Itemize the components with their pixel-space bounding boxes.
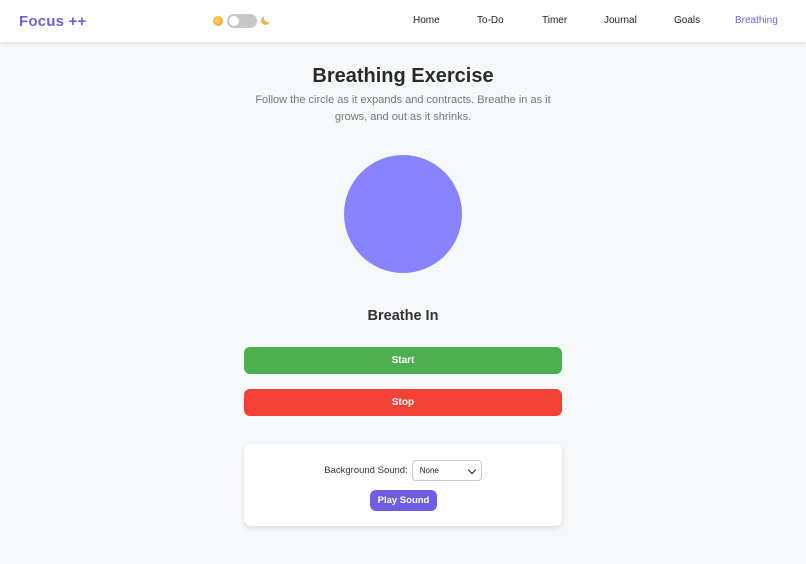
background-sound-select[interactable]: None: [411, 459, 482, 481]
nav-item-home[interactable]: Home: [413, 15, 440, 26]
play-sound-button[interactable]: Play Sound: [370, 490, 437, 511]
sound-select-value: None: [419, 465, 439, 475]
nav-item-journal[interactable]: Journal: [604, 15, 637, 26]
breathing-circle: [344, 155, 462, 273]
nav-item-goals[interactable]: Goals: [674, 15, 700, 26]
nav-item-todo[interactable]: To-Do: [477, 15, 504, 26]
sound-row: Background Sound: None: [244, 459, 562, 481]
navbar: Focus ++ Home To-Do Timer Journal Goals …: [0, 0, 806, 42]
background-sound-label: Background Sound:: [324, 464, 408, 476]
stop-button[interactable]: Stop: [244, 389, 562, 416]
nav-item-timer[interactable]: Timer: [542, 15, 567, 26]
start-button[interactable]: Start: [244, 347, 562, 374]
nav-item-breathing[interactable]: Breathing: [735, 15, 778, 26]
breath-phase-label: Breathe In: [367, 308, 439, 324]
nav-links: Home To-Do Timer Journal Goals Breathing: [0, 15, 806, 29]
chevron-down-icon: [467, 465, 476, 474]
page-title: Breathing Exercise: [312, 65, 494, 87]
page-subtitle: Follow the circle as it expands and cont…: [255, 94, 551, 123]
sound-card: Background Sound: None Play Sound: [244, 444, 562, 526]
